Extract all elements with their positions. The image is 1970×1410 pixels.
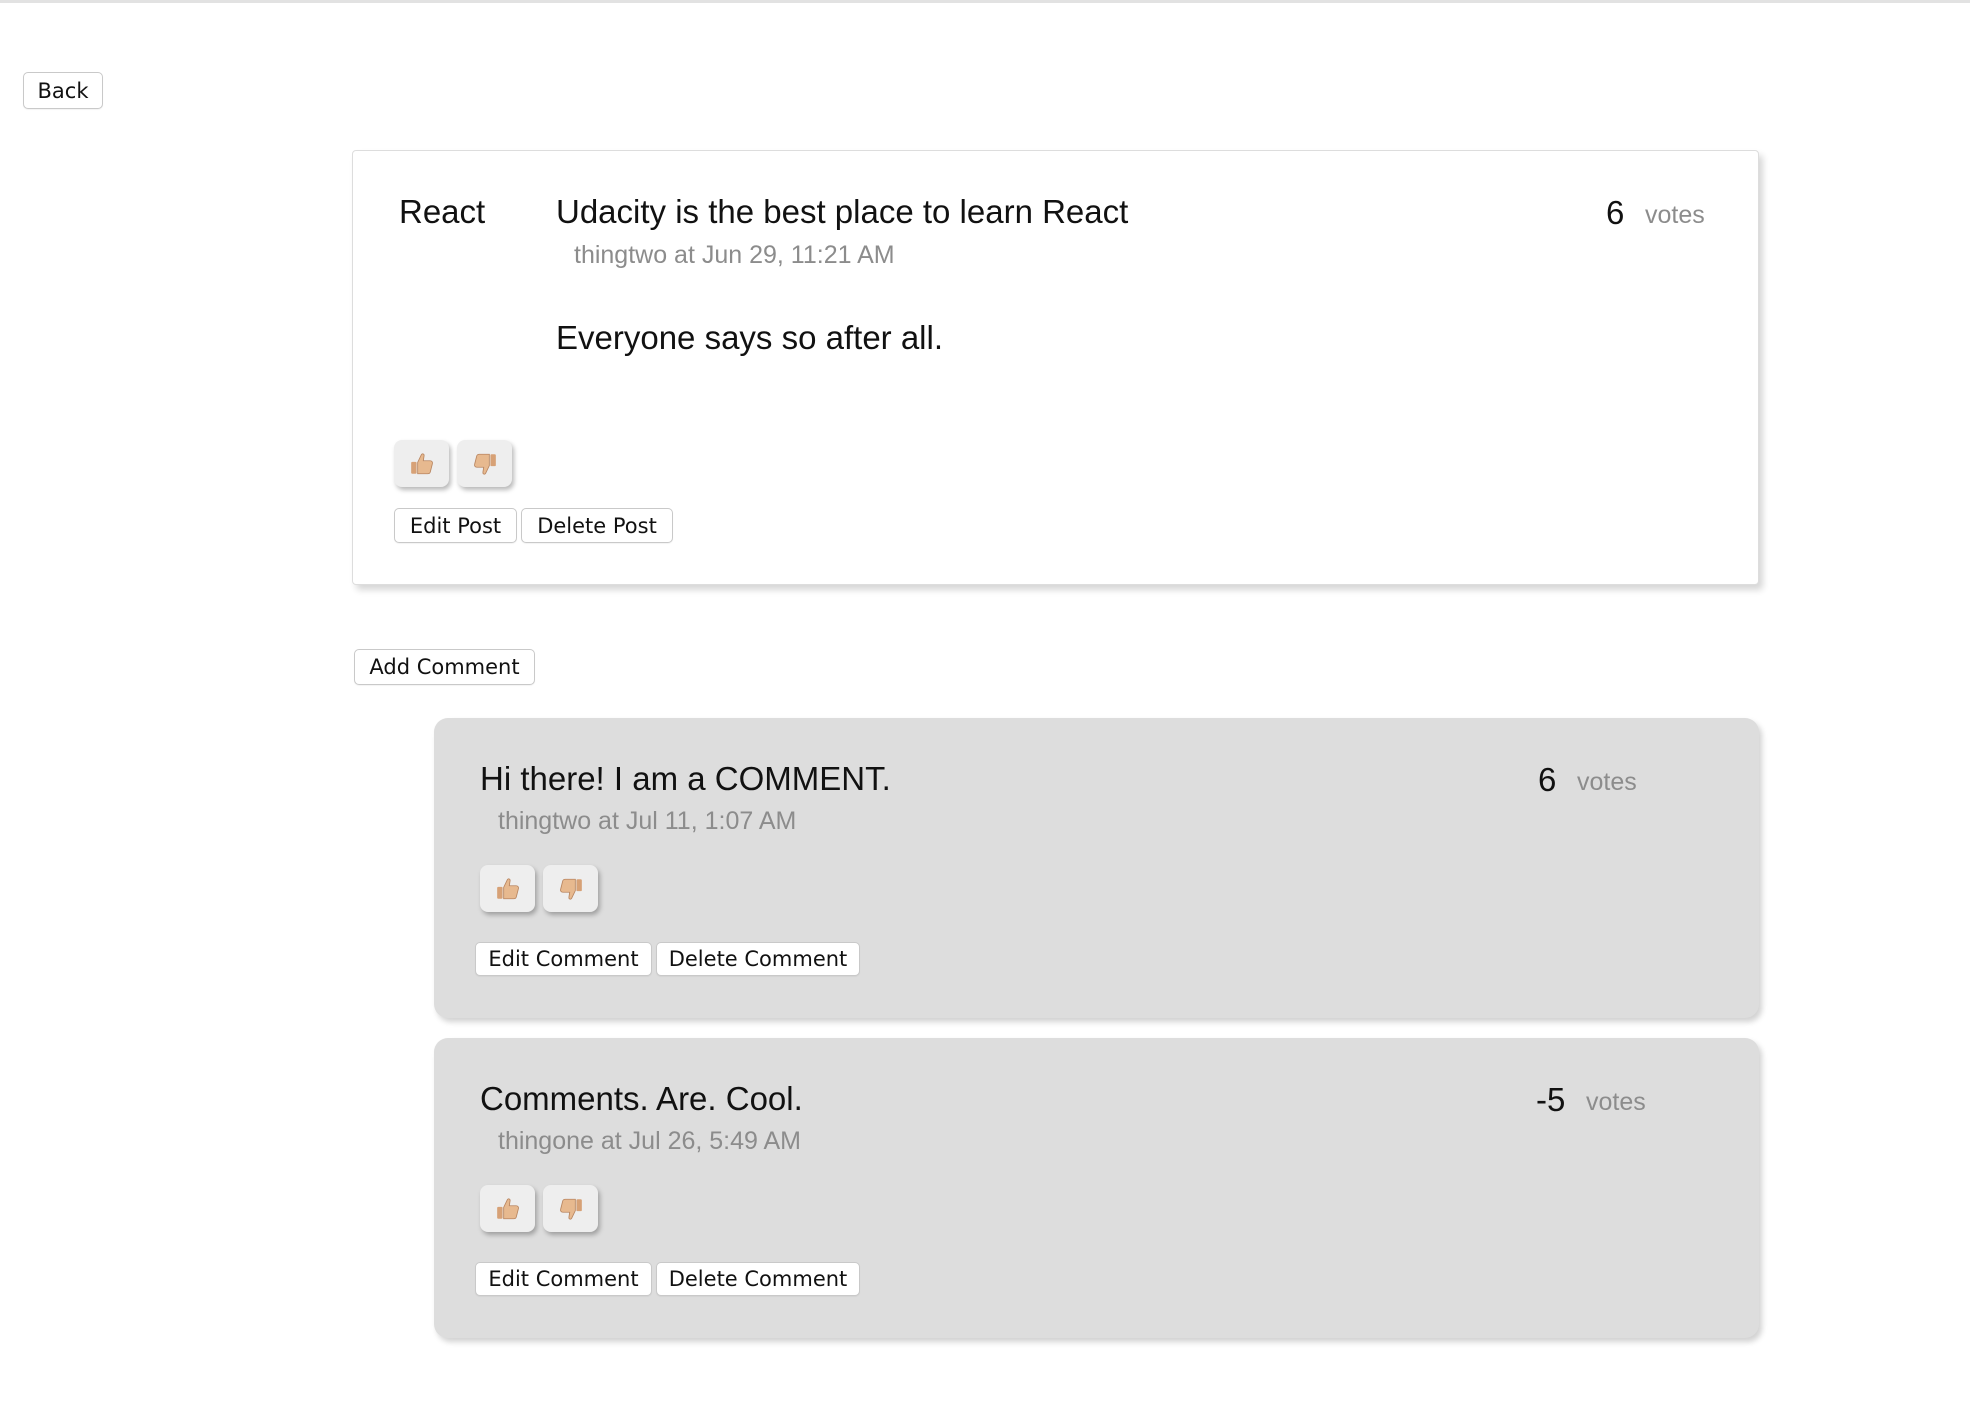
edit-post-button[interactable]: Edit Post <box>394 508 517 543</box>
post-category: React <box>399 193 486 230</box>
post-vote-score: 6 <box>1606 194 1625 231</box>
comment-body: Comments. Are. Cool. <box>480 1080 803 1117</box>
comment-meta: thingone at Jul 26, 5:49 AM <box>498 1127 801 1155</box>
post-title: Udacity is the best place to learn React <box>556 193 1129 230</box>
thumbs-up-icon <box>495 876 521 902</box>
comment-card: Hi there! I am a COMMENT. thingtwo at Ju… <box>434 718 1759 1018</box>
comment-downvote-button[interactable] <box>543 1185 598 1232</box>
thumbs-down-icon <box>558 876 584 902</box>
thumbs-up-icon <box>495 1196 521 1222</box>
post-card: React Udacity is the best place to learn… <box>352 150 1759 585</box>
post-meta: thingtwo at Jun 29, 11:21 AM <box>574 241 895 269</box>
delete-post-button[interactable]: Delete Post <box>521 508 673 543</box>
post-votes-label: votes <box>1645 201 1705 229</box>
comment-votes-label: votes <box>1577 768 1637 796</box>
comment-downvote-button[interactable] <box>543 865 598 912</box>
comment-vote-score: 6 <box>1538 761 1557 798</box>
comment-card: Comments. Are. Cool. thingone at Jul 26,… <box>434 1038 1759 1338</box>
comment-upvote-button[interactable] <box>480 865 535 912</box>
back-button[interactable]: Back <box>23 72 103 109</box>
post-body: Everyone says so after all. <box>556 319 944 356</box>
comment-votes-label: votes <box>1586 1088 1646 1116</box>
edit-comment-button[interactable]: Edit Comment <box>475 942 652 976</box>
comment-meta: thingtwo at Jul 11, 1:07 AM <box>498 807 797 835</box>
edit-comment-button[interactable]: Edit Comment <box>475 1262 652 1296</box>
comment-upvote-button[interactable] <box>480 1185 535 1232</box>
delete-comment-button[interactable]: Delete Comment <box>656 942 860 976</box>
thumbs-up-icon <box>409 451 435 477</box>
add-comment-button[interactable]: Add Comment <box>354 649 535 685</box>
thumbs-down-icon <box>558 1196 584 1222</box>
delete-comment-button[interactable]: Delete Comment <box>656 1262 860 1296</box>
thumbs-down-icon <box>472 451 498 477</box>
comment-vote-score: -5 <box>1536 1081 1566 1118</box>
top-divider <box>0 0 1970 3</box>
comment-body: Hi there! I am a COMMENT. <box>480 760 891 797</box>
post-upvote-button[interactable] <box>394 440 449 487</box>
post-downvote-button[interactable] <box>457 440 512 487</box>
